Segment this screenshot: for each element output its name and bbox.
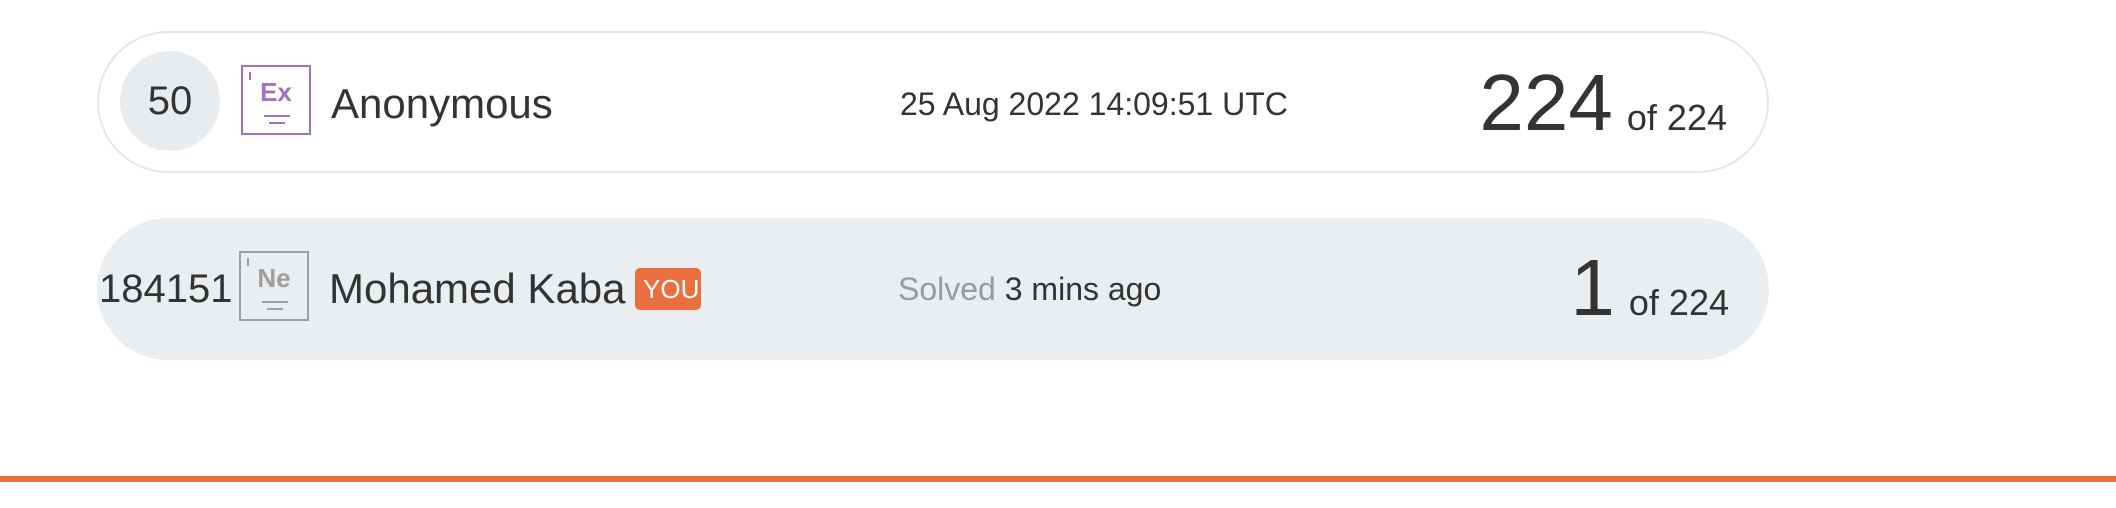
badge-underline xyxy=(267,308,283,310)
badge-underline xyxy=(264,115,290,117)
element-badge-icon: Ex xyxy=(241,65,311,135)
solve-status: Solved 3 mins ago xyxy=(898,270,1161,308)
score: 1 of 224 xyxy=(1570,236,1729,340)
score-value: 224 xyxy=(1479,58,1613,147)
meta-value: 25 Aug 2022 14:09:51 UTC xyxy=(900,86,1288,122)
you-badge: YOU xyxy=(635,268,701,310)
meta-label: Solved xyxy=(898,271,996,307)
leaderboard-row[interactable]: 50 Ex Anonymous 25 Aug 2022 14:09:51 UTC… xyxy=(97,31,1769,173)
meta-value: 3 mins ago xyxy=(1004,271,1162,307)
score-value: 1 xyxy=(1570,243,1615,332)
user-name[interactable]: Anonymous xyxy=(331,80,553,128)
score-total: of 224 xyxy=(1628,282,1729,323)
badge-symbol: Ne xyxy=(257,263,291,293)
rank-number: 50 xyxy=(147,78,193,123)
badge-underline xyxy=(262,301,288,303)
leaderboard-row-current-user[interactable]: 184151 Ne Mohamed Kaba YOU Solved 3 mins… xyxy=(97,218,1769,360)
score: 224 of 224 xyxy=(1479,51,1727,155)
badge-underline xyxy=(269,122,285,124)
accent-divider xyxy=(0,476,2116,482)
rank-badge: 50 xyxy=(120,51,220,151)
score-total: of 224 xyxy=(1626,97,1727,138)
user-name[interactable]: Mohamed Kaba xyxy=(329,265,626,313)
badge-symbol: Ex xyxy=(260,77,292,107)
element-badge-icon: Ne xyxy=(239,251,309,321)
leaderboard-page: 50 Ex Anonymous 25 Aug 2022 14:09:51 UTC… xyxy=(0,0,2116,508)
solve-timestamp: 25 Aug 2022 14:09:51 UTC xyxy=(900,85,1288,123)
rank-number: 184151 xyxy=(99,267,233,311)
